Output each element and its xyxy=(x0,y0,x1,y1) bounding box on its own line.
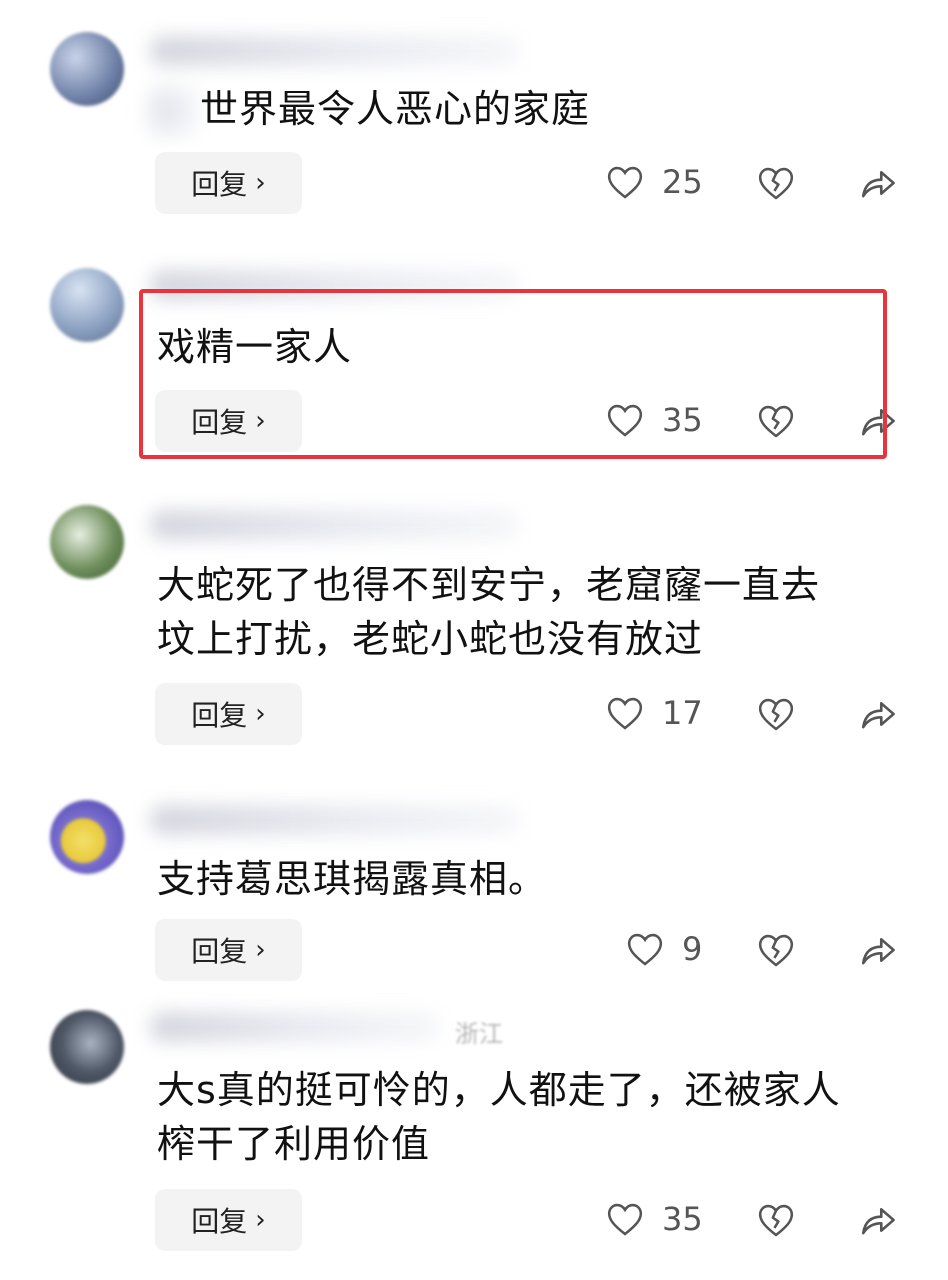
comment-text-line: 榨干了利用价值 xyxy=(157,1122,431,1166)
like-button[interactable]: 17 xyxy=(606,694,703,732)
location-label: 浙江 xyxy=(455,1020,503,1048)
heart-icon xyxy=(607,166,643,199)
highlight-box xyxy=(139,289,887,459)
chevron-right-icon: › xyxy=(255,699,266,729)
reply-label: 回复 xyxy=(191,1205,248,1238)
broken-heart-icon[interactable] xyxy=(757,932,795,968)
chevron-right-icon: › xyxy=(255,935,266,965)
heart-icon xyxy=(607,1203,643,1236)
like-button[interactable]: 35 xyxy=(606,1200,703,1238)
comment-text-line: 大蛇死了也得不到安宁，老窟窿一直去 xyxy=(157,563,821,607)
comment-text: 世界最令人恶心的家庭 xyxy=(200,87,591,131)
avatar[interactable] xyxy=(50,32,124,106)
comment-text-line: 坟上打扰，老蛇小蛇也没有放过 xyxy=(157,617,704,661)
like-button[interactable]: 25 xyxy=(606,163,703,201)
share-arrow-icon[interactable] xyxy=(858,932,898,968)
reply-button[interactable]: 回复 › xyxy=(155,683,302,745)
commenter-info-blurred xyxy=(150,36,520,66)
like-count: 9 xyxy=(682,930,703,968)
comment-text: 大s真的挺可怜的，人都走了，还被家人 榨干了利用价值 xyxy=(157,1063,917,1171)
reply-label: 回复 xyxy=(191,168,248,201)
like-button[interactable]: 9 xyxy=(626,930,702,968)
commenter-info-blurred xyxy=(150,805,520,835)
avatar[interactable] xyxy=(50,800,124,874)
share-arrow-icon[interactable] xyxy=(858,165,898,201)
reply-button[interactable]: 回复 › xyxy=(155,152,302,214)
reply-label: 回复 xyxy=(191,935,248,968)
like-count: 17 xyxy=(662,694,703,732)
chevron-right-icon: › xyxy=(255,1205,266,1235)
avatar[interactable] xyxy=(50,505,124,579)
avatar[interactable] xyxy=(50,268,124,342)
heart-icon xyxy=(607,697,643,730)
chevron-right-icon: › xyxy=(255,168,266,198)
broken-heart-icon[interactable] xyxy=(757,165,795,201)
reply-label: 回复 xyxy=(191,699,248,732)
reply-button[interactable]: 回复 › xyxy=(155,1189,302,1251)
share-arrow-icon[interactable] xyxy=(858,696,898,732)
like-count: 25 xyxy=(662,163,703,201)
reply-button[interactable]: 回复 › xyxy=(155,919,302,981)
broken-heart-icon[interactable] xyxy=(757,1202,795,1238)
blurred-text-start xyxy=(150,88,196,134)
comment-text: 支持葛思琪揭露真相。 xyxy=(157,857,548,901)
like-count: 35 xyxy=(662,1200,703,1238)
heart-icon xyxy=(627,933,663,966)
commenter-info-blurred xyxy=(150,510,520,540)
share-arrow-icon[interactable] xyxy=(858,1202,898,1238)
comment-text-line: 大s真的挺可怜的，人都走了，还被家人 xyxy=(157,1068,841,1112)
avatar[interactable] xyxy=(50,1010,124,1084)
commenter-info-blurred xyxy=(150,1012,440,1042)
comment-text: 大蛇死了也得不到安宁，老窟窿一直去 坟上打扰，老蛇小蛇也没有放过 xyxy=(157,558,917,666)
broken-heart-icon[interactable] xyxy=(757,696,795,732)
